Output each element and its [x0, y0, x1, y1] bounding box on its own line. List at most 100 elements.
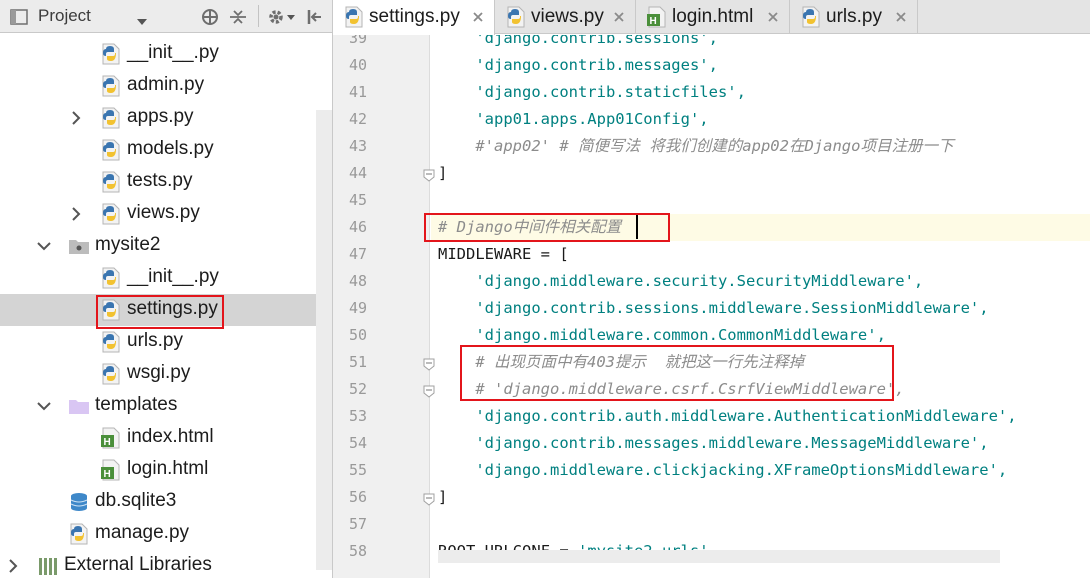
tab-label: login.html	[672, 6, 754, 27]
editor-tab[interactable]: urls.py	[790, 0, 918, 34]
line-number: 48	[348, 272, 367, 290]
gear-icon[interactable]	[266, 7, 296, 31]
chevron-right-icon[interactable]	[66, 108, 86, 128]
project-panel: Project __init__.py admin.py apps.py models…	[0, 0, 333, 578]
tree-item-label: apps.py	[127, 106, 194, 127]
line-number: 46	[348, 218, 367, 236]
line-number: 52	[348, 380, 367, 398]
tree-item[interactable]: __init__.py	[0, 38, 332, 70]
code-line[interactable]: 'django.contrib.messages.middleware.Mess…	[438, 430, 989, 457]
code-line[interactable]: 'django.contrib.auth.middleware.Authenti…	[438, 403, 1016, 430]
tree-item[interactable]: External Libraries	[0, 550, 332, 578]
line-number: 57	[348, 515, 367, 533]
editor-tab[interactable]: views.py	[495, 0, 636, 34]
project-view-icon	[10, 8, 28, 30]
tree-item[interactable]: __init__.py	[0, 262, 332, 294]
python-file-icon	[100, 331, 122, 353]
tree-item-label: mysite2	[95, 234, 161, 255]
editor-tab[interactable]: Hlogin.html	[636, 0, 790, 34]
hide-panel-icon[interactable]	[305, 7, 325, 31]
chevron-down-icon[interactable]	[34, 396, 54, 416]
close-icon[interactable]	[766, 9, 780, 23]
horizontal-scrollbar[interactable]	[438, 550, 1000, 563]
tree-item[interactable]: db.sqlite3	[0, 486, 332, 518]
tree-item[interactable]: views.py	[0, 198, 332, 230]
tree-item-label: manage.py	[95, 522, 190, 543]
line-number: 55	[348, 461, 367, 479]
tree-item[interactable]: admin.py	[0, 70, 332, 102]
csrf-comment-highlight-box	[460, 345, 894, 401]
close-icon[interactable]	[894, 9, 908, 23]
python-file-icon	[100, 267, 122, 289]
code-token: 'django.middleware.common.CommonMiddlewa…	[438, 326, 886, 344]
fold-marker-icon[interactable]	[422, 383, 436, 398]
line-number: 45	[348, 191, 367, 209]
tree-item[interactable]: manage.py	[0, 518, 332, 550]
line-number: 49	[348, 299, 367, 317]
collapse-all-icon[interactable]	[228, 7, 248, 31]
code-line[interactable]: ]	[438, 160, 447, 187]
code-token: 'django.middleware.security.SecurityMidd…	[438, 272, 924, 290]
tab-label: settings.py	[369, 6, 460, 27]
fold-marker-icon[interactable]	[422, 356, 436, 371]
code-line[interactable]: 'django.contrib.staticfiles',	[438, 79, 746, 106]
line-number: 56	[348, 488, 367, 506]
editor-tab[interactable]: settings.py	[333, 0, 495, 35]
close-icon[interactable]	[471, 9, 485, 23]
tree-item[interactable]: tests.py	[0, 166, 332, 198]
project-toolbar: Project	[0, 0, 332, 33]
tree-item[interactable]: Hindex.html	[0, 422, 332, 454]
line-number: 41	[348, 83, 367, 101]
code-editor[interactable]: 39 40 41 42 43 44 45 46 47 48 49 50 51 52 53 54 55 56 57 58…	[333, 35, 1090, 578]
chevron-down-icon[interactable]	[34, 236, 54, 256]
tree-item[interactable]: mysite2	[0, 230, 332, 262]
tree-item[interactable]: templates	[0, 390, 332, 422]
code-line[interactable]: 'django.contrib.sessions',	[438, 35, 718, 52]
tree-scrollbar[interactable]	[316, 110, 332, 570]
python-file-icon	[100, 363, 122, 385]
view-dropdown-icon[interactable]	[136, 12, 148, 31]
tree-item[interactable]: Hlogin.html	[0, 454, 332, 486]
html-file-icon: H	[100, 427, 122, 449]
python-file-icon	[505, 6, 527, 28]
chevron-right-icon[interactable]	[66, 204, 86, 224]
tree-item-label: urls.py	[127, 330, 183, 351]
fold-marker-icon[interactable]	[422, 491, 436, 506]
code-line[interactable]: 'django.contrib.messages',	[438, 52, 718, 79]
python-file-icon	[100, 43, 122, 65]
python-file-icon	[100, 107, 122, 129]
code-token: 'django.contrib.sessions.middleware.Sess…	[438, 299, 989, 317]
tree-item[interactable]: wsgi.py	[0, 358, 332, 390]
code-token: ]	[438, 488, 448, 506]
svg-text:H: H	[650, 16, 657, 27]
line-number-gutter: 39 40 41 42 43 44 45 46 47 48 49 50 51 52 53 54 55 56 57 58	[333, 35, 430, 578]
locate-file-icon[interactable]	[200, 7, 220, 31]
tab-label: urls.py	[826, 6, 882, 27]
fold-marker-icon[interactable]	[422, 167, 436, 182]
code-line[interactable]: 'app01.apps.App01Config',	[438, 106, 708, 133]
database-icon	[68, 491, 90, 513]
tree-item-label: login.html	[127, 458, 209, 479]
close-icon[interactable]	[612, 9, 626, 23]
code-token: #'app02' # 简便写法 将我们创建的app02在Django项目注册一下	[438, 137, 954, 155]
line-number: 40	[348, 56, 367, 74]
line-number: 58	[348, 542, 367, 560]
code-line[interactable]: 'django.middleware.security.SecurityMidd…	[438, 268, 923, 295]
code-line[interactable]: #'app02' # 简便写法 将我们创建的app02在Django项目注册一下	[438, 133, 953, 160]
line-number: 53	[348, 407, 367, 425]
code-line[interactable]: MIDDLEWARE = [	[438, 241, 569, 268]
tree-item[interactable]: apps.py	[0, 102, 332, 134]
code-line[interactable]: ]	[438, 484, 447, 511]
editor-tab-bar: settings.py views.py Hlogin.html urls.py	[333, 0, 1090, 35]
tree-item[interactable]: models.py	[0, 134, 332, 166]
code-token: ]	[438, 164, 448, 182]
code-line[interactable]: 'django.contrib.sessions.middleware.Sess…	[438, 295, 989, 322]
code-token: 'django.contrib.sessions',	[438, 35, 718, 47]
code-line[interactable]: 'django.middleware.clickjacking.XFrameOp…	[438, 457, 1007, 484]
code-token: 'django.contrib.messages.middleware.Mess…	[438, 434, 989, 452]
chevron-right-icon[interactable]	[3, 556, 23, 576]
project-title[interactable]: Project	[38, 6, 91, 26]
tree-item[interactable]: urls.py	[0, 326, 332, 358]
tree-item-label: __init__.py	[127, 266, 219, 287]
line-number: 44	[348, 164, 367, 182]
